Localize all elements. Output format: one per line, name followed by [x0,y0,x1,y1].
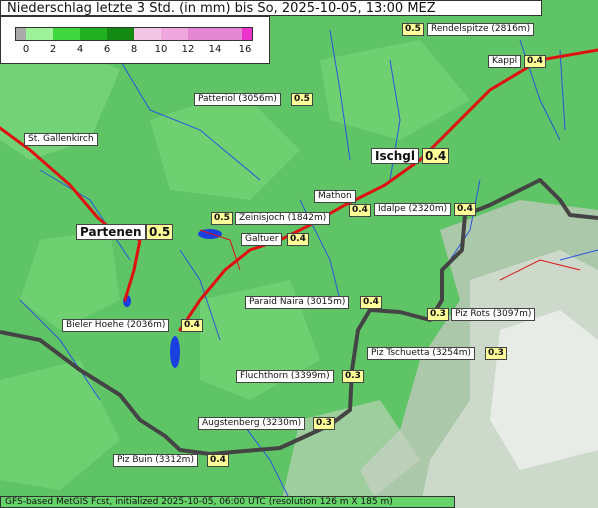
legend-tick: 2 [49,44,57,55]
forecast-footer: GFS-based MetGIS Fcst, initialized 2025-… [0,496,455,508]
legend-swatch-14-16 [215,28,242,40]
label-partenen[interactable]: Partenen [76,224,146,240]
value-fluchthorn: 0.3 [342,370,364,383]
legend-swatch-0-2 [26,28,53,40]
value-idalpe: 0.4 [454,203,476,216]
terrain-layer [0,0,598,508]
label-paraid-naira[interactable]: Paraid Naira (3015m) [245,296,350,309]
label-galtuer[interactable]: Galtuer [241,233,283,246]
map-title: Niederschlag letzte 3 Std. (in mm) bis S… [0,0,542,16]
label-bieler-hoehe[interactable]: Bieler Hoehe (2036m) [62,319,170,332]
value-bieler-hoehe: 0.4 [181,319,203,332]
value-galtuer: 0.4 [287,233,309,246]
value-zeinisjoch: 0.5 [211,212,233,225]
label-piz-rots[interactable]: Piz Rots (3097m) [451,308,536,321]
legend-swatch-12-14 [188,28,215,40]
value-augstenberg: 0.3 [313,417,335,430]
label-mathon[interactable]: Mathon [314,190,356,203]
legend-tick: 6 [103,44,111,55]
legend-swatch-2-4 [53,28,80,40]
value-partenen: 0.5 [146,224,174,240]
label-idalpe[interactable]: Idalpe (2320m) [374,203,452,216]
legend-tick: 10 [154,44,168,55]
legend-swatch-16plus [242,28,252,40]
label-rendelspitze[interactable]: Rendelspitze (2816m) [427,23,535,36]
legend-tick: 12 [181,44,195,55]
value-ischgl: 0.4 [422,148,450,164]
label-ischgl[interactable]: Ischgl [371,148,419,164]
label-augstenberg[interactable]: Augstenberg (3230m) [198,417,306,430]
value-kappl: 0.4 [524,55,546,68]
legend-swatch-8-10 [134,28,161,40]
legend-tick: 4 [76,44,84,55]
value-patteriol: 0.5 [291,93,313,106]
value-piz-tschuetta: 0.3 [485,347,507,360]
legend-swatch-10-12 [161,28,188,40]
legend-swatch-6-8 [107,28,134,40]
legend-tick: 14 [208,44,222,55]
value-piz-rots: 0.3 [427,308,449,321]
legend-swatch-none [16,28,26,40]
label-patteriol[interactable]: Patteriol (3056m) [194,93,281,106]
value-rendelspitze: 0.5 [402,23,424,36]
legend-tick: 8 [130,44,138,55]
label-zeinisjoch[interactable]: Zeinisjoch (1842m) [235,212,331,225]
value-paraid-naira: 0.4 [360,296,382,309]
precipitation-map[interactable]: Niederschlag letzte 3 Std. (in mm) bis S… [0,0,598,508]
label-piz-buin[interactable]: Piz Buin (3312m) [113,454,198,467]
legend-color-scale [15,27,253,41]
legend-tick: 16 [238,44,252,55]
label-kappl[interactable]: Kappl [488,55,522,68]
label-piz-tschuetta[interactable]: Piz Tschuetta (3254m) [367,347,476,360]
legend-swatch-4-6 [80,28,107,40]
precipitation-legend: 0 2 4 6 8 10 12 14 16 [0,16,270,64]
label-st-gallenkirch[interactable]: St. Gallenkirch [24,133,98,146]
label-fluchthorn[interactable]: Fluchthorn (3399m) [236,370,334,383]
legend-tick: 0 [22,44,30,55]
value-mathon: 0.4 [349,204,371,217]
value-piz-buin: 0.4 [207,454,229,467]
